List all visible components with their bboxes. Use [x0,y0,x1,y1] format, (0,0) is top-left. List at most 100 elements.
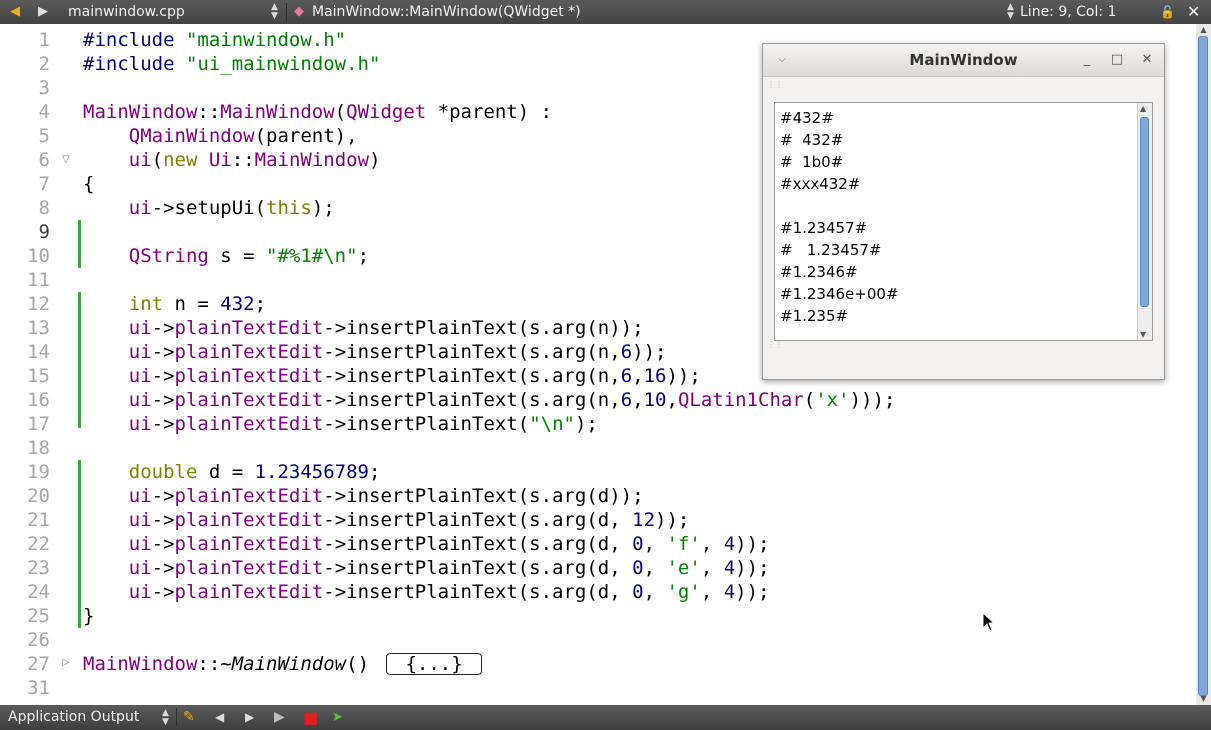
code-line: QString s = "#%1#\n"; [83,244,369,268]
code-token: )); [655,509,690,531]
scroll-down-icon[interactable]: ▼ [1196,693,1211,705]
window-titlebar[interactable]: ⌵ MainWindow _ □ ✕ [763,44,1164,77]
code-token: this [266,197,312,219]
code-token: plainTextEdit [174,557,324,579]
text-scrollbar-thumb[interactable] [1140,117,1149,307]
code-token: "\n" [529,413,575,435]
code-token: 4 [723,557,736,579]
code-token: , [643,557,667,579]
function-symbol-icon: ◆ [294,4,304,19]
code-token: -> [151,533,175,555]
clear-output-icon[interactable]: ✎ [183,705,195,730]
code-token: , [700,533,724,555]
code-token: )); [632,341,667,363]
scrollbar-thumb[interactable] [1198,36,1208,696]
rerun-icon[interactable]: ▶ [274,705,285,730]
code-token: ui [128,197,152,219]
code-token: new [163,149,198,171]
code-token: ( [517,413,530,435]
code-line: ui->plainTextEdit->insertPlainText(s.arg… [83,484,644,508]
code-token: ); [311,197,335,219]
code-line: ui->plainTextEdit->insertPlainText(s.arg… [83,556,770,580]
code-token: ( [151,149,164,171]
plain-text-edit[interactable]: #432# # 432# # 1b0# #xxx432# #1.23457# #… [774,102,1153,341]
line-number: 23 [27,557,50,579]
close-editor-icon[interactable]: ✕ [1187,0,1200,24]
code-token: ui [128,365,152,387]
fold-closed-icon[interactable]: ▷ [62,657,70,668]
code-token: :: [231,149,255,171]
line-number: 8 [38,197,50,219]
window-close-icon[interactable]: ✕ [1136,50,1158,70]
code-line: ui->plainTextEdit->insertPlainText(s.arg… [83,388,896,412]
code-token: )); [666,365,701,387]
minimize-icon[interactable]: _ [1076,50,1098,70]
code-token: QMainWindow [128,125,255,147]
line-number: 2 [38,53,50,75]
text-scroll-up-icon[interactable]: ▲ [1140,104,1146,113]
text-scroll-down-icon[interactable]: ▼ [1140,330,1146,339]
code-line: ui->plainTextEdit->insertPlainText(s.arg… [83,580,770,604]
code-line: ui->plainTextEdit->insertPlainText(s.arg… [83,316,644,340]
changed-line-marker [78,460,81,628]
code-line: } [83,605,95,627]
symbol-selector-updown-icon[interactable]: ▲ ▼ [1007,3,1014,21]
editor-scrollbar[interactable]: ▲ ▼ [1196,24,1211,705]
stop-icon[interactable]: ■ [303,705,318,730]
code-line: QMainWindow(parent), [83,124,358,148]
line-number: 21 [27,509,50,531]
back-arrow-icon[interactable]: ◀ [10,0,20,24]
output-pane-selector[interactable]: Application Output [8,705,139,730]
scroll-up-icon[interactable]: ▲ [1196,24,1211,36]
code-token: ->insertPlainText( [323,317,530,339]
fold-open-icon[interactable]: ▽ [62,154,70,165]
line-number: 24 [27,581,50,603]
code-line: MainWindow::~MainWindow() {...} [83,652,482,676]
pane-selector-updown-icon[interactable]: ▲ ▼ [162,709,169,727]
code-token: MainWindow [220,101,335,123]
symbol-selector[interactable]: MainWindow::MainWindow(QWidget *) [312,0,581,24]
code-line: ui->plainTextEdit->insertPlainText(s.arg… [83,508,690,532]
code-token: s.arg(n, [529,365,621,387]
line-number: 18 [27,437,50,459]
code-token: ui [128,413,152,435]
lock-icon[interactable]: 🔓 [1160,0,1175,24]
line-number: 17 [27,413,50,435]
forward-arrow-icon[interactable]: ▶ [38,0,48,24]
line-number: 1 [38,29,50,51]
output-line: #432# [780,109,834,127]
line-number: 26 [27,629,50,651]
code-token: 6 [620,389,633,411]
code-token: MainWindow [83,653,198,675]
code-token: n = [163,293,221,315]
line-number: 31 [27,677,50,699]
code-token: ( [803,389,816,411]
text-scrollbar[interactable]: ▲ ▼ [1137,103,1152,340]
mainwindow-app[interactable]: ⌵ MainWindow _ □ ✕ ⋮⋮ #432# # 432# # 1b0… [762,43,1165,380]
code-token: 4 [723,533,736,555]
output-line: #1.23457# [780,219,868,237]
output-line: # 1.23457# [780,241,882,259]
code-token: -> [151,509,175,531]
maximize-icon[interactable]: □ [1106,50,1128,70]
attach-debugger-icon[interactable]: ➤ [332,705,343,730]
code-token: -> [151,557,175,579]
code-token: 1.23456789 [254,461,369,483]
code-token: "#%1#\n" [266,245,358,267]
line-number: 14 [27,341,50,363]
code-token: 'x' [815,389,850,411]
next-item-icon[interactable]: ▶ [245,705,254,730]
previous-item-icon[interactable]: ◀ [215,705,224,730]
collapsed-block[interactable]: {...} [386,653,482,675]
output-line: #1.2346# [780,263,858,281]
file-selector-updown-icon[interactable]: ▲ ▼ [271,3,278,21]
code-token: int [128,293,164,315]
code-token: ui [128,509,152,531]
file-selector[interactable]: mainwindow.cpp [68,0,185,24]
window-title: MainWindow [909,51,1018,69]
code-token: *parent) : [426,101,553,123]
code-token: , [700,557,724,579]
code-token: double [128,461,198,483]
code-line: ui->setupUi(this); [83,196,335,220]
